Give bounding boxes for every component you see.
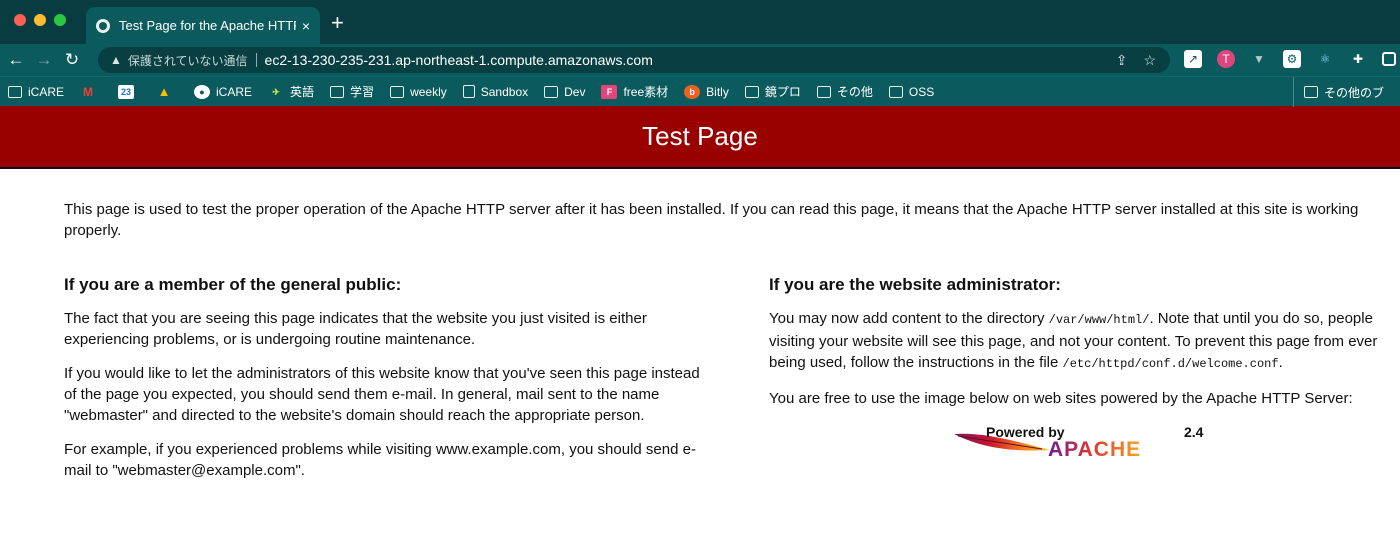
bookmark-calendar[interactable]: 23 — [118, 84, 140, 99]
extension-gear-icon[interactable]: ⚙ — [1283, 50, 1301, 68]
folder-icon — [816, 85, 831, 98]
admin-text: . — [1278, 354, 1283, 371]
browser-chrome: Test Page for the Apache HTTP Server × +… — [0, 0, 1400, 107]
bitly-icon: b — [684, 84, 701, 99]
globe-icon — [96, 18, 110, 33]
bookmark-sandbox[interactable]: Sandbox — [462, 84, 529, 99]
folder-icon — [544, 85, 559, 98]
close-window-button[interactable] — [14, 14, 26, 26]
columns: If you are a member of the general publi… — [64, 274, 1400, 494]
gmail-icon: M — [83, 84, 94, 99]
tab-strip: Test Page for the Apache HTTP Server × + — [0, 0, 1400, 44]
bookmark-bitly[interactable]: b Bitly — [684, 84, 729, 99]
page-content: This page is used to test the proper ope… — [0, 199, 1400, 494]
browser-toolbar: ← → ↻ ▲ 保護されていない通信 ec2-13-230-235-231.ap… — [0, 44, 1400, 76]
intro-paragraph: This page is used to test the proper ope… — [64, 201, 1359, 239]
window-controls — [14, 14, 66, 26]
public-paragraph-3: For example, if you experienced problems… — [64, 441, 696, 479]
react-devtools-icon[interactable]: ⚛ — [1316, 50, 1334, 68]
address-divider — [255, 53, 257, 67]
extensions-puzzle-icon[interactable]: ✚ — [1349, 50, 1367, 68]
extensions-area: ↗ T ▼ ⚙ ⚛ ✚ — [1184, 50, 1396, 68]
bookmark-kagami-folder[interactable]: 鏡プロ — [744, 83, 801, 100]
apache-wordmark: APACHE — [1048, 438, 1141, 461]
star-icon[interactable]: ☆ — [1143, 52, 1156, 69]
public-column: If you are a member of the general publi… — [64, 274, 769, 494]
page-icon — [462, 85, 475, 98]
public-heading: If you are a member of the general publi… — [64, 275, 402, 294]
bookmark-github-icare[interactable]: ● iCARE — [194, 84, 253, 99]
page-title: Test Page — [642, 121, 758, 151]
bookmark-label: iCARE — [216, 84, 253, 99]
powered-by-apache-logo: Powered by 2.4 APACHE — [952, 422, 1212, 462]
back-icon[interactable]: ← — [2, 50, 30, 70]
bookmark-label: iCARE — [28, 84, 65, 99]
bookmark-label: Sandbox — [480, 84, 529, 99]
extension-v-icon[interactable]: ▼ — [1250, 50, 1268, 68]
bookmark-english[interactable]: ✈ 英語 — [268, 83, 314, 100]
share-icon[interactable]: ⇪ — [1116, 52, 1128, 69]
bookmark-label: OSS — [908, 84, 935, 99]
apache-word-text: APACHE — [1048, 438, 1141, 461]
config-file-path: /etc/httpd/conf.d/welcome.conf — [1062, 357, 1279, 371]
folder-icon — [744, 85, 759, 98]
admin-paragraph-2: You are free to use the image below on w… — [769, 390, 1353, 407]
folder-icon — [390, 85, 405, 98]
maximize-window-button[interactable] — [54, 14, 66, 26]
f-icon: F — [601, 84, 618, 99]
bookmark-other-folder[interactable]: その他 — [816, 83, 873, 100]
tab-title: Test Page for the Apache HTTP Server — [119, 18, 296, 33]
folder-icon — [330, 85, 345, 98]
page-banner: Test Page — [0, 106, 1400, 169]
bookmark-label: その他 — [836, 85, 873, 99]
public-paragraph-1: The fact that you are seeing this page i… — [64, 310, 647, 348]
folder-icon — [1303, 86, 1318, 98]
extension-arrow-icon[interactable]: ↗ — [1184, 50, 1202, 68]
bookmarks-bar: iCARE M 23 ▲ ● iCARE ✈ 英語 学習 weekly Sandbo… — [0, 76, 1400, 107]
bookmark-oss-folder[interactable]: OSS — [888, 84, 935, 99]
forward-icon[interactable]: → — [30, 50, 58, 70]
bird-icon: ✈ — [272, 86, 280, 97]
bookmark-drive[interactable]: ▲ — [156, 83, 178, 99]
bookmark-label: weekly — [410, 84, 447, 99]
bookmark-weekly-folder[interactable]: weekly — [390, 85, 447, 99]
bookmark-label: 鏡プロ — [764, 85, 801, 99]
tab-close-icon[interactable]: × — [302, 18, 310, 34]
public-paragraph-2: If you would like to let the administrat… — [64, 365, 700, 424]
github-icon: ● — [194, 84, 211, 99]
admin-text: You may now add content to the directory — [769, 310, 1049, 327]
side-panel-icon[interactable] — [1382, 52, 1396, 66]
bookmark-label: 学習 — [350, 85, 375, 99]
admin-column: If you are the website administrator: Yo… — [769, 274, 1399, 494]
address-bar[interactable]: ▲ 保護されていない通信 ec2-13-230-235-231.ap-north… — [98, 47, 1170, 73]
url-text[interactable]: ec2-13-230-235-231.ap-northeast-1.comput… — [265, 52, 653, 68]
extension-t-icon[interactable]: T — [1217, 50, 1235, 68]
bookmark-label: Bitly — [706, 84, 729, 99]
admin-heading: If you are the website administrator: — [769, 275, 1061, 294]
bookmark-label: Dev — [564, 84, 586, 99]
bookmark-icare-folder[interactable]: iCARE — [8, 85, 64, 99]
directory-path: /var/www/html/ — [1048, 313, 1150, 327]
other-bookmarks[interactable]: その他のブ — [1292, 77, 1384, 107]
folder-icon — [8, 85, 22, 98]
tab-active[interactable]: Test Page for the Apache HTTP Server × — [86, 7, 320, 44]
new-tab-button[interactable]: + — [331, 12, 344, 34]
bookmark-dev-folder[interactable]: Dev — [544, 85, 585, 99]
bookmark-gmail[interactable]: M — [80, 85, 102, 99]
calendar-icon: 23 — [118, 84, 135, 99]
bookmark-label: 英語 — [290, 85, 315, 99]
bookmark-study-folder[interactable]: 学習 — [330, 83, 374, 100]
admin-paragraph-1: You may now add content to the directory… — [769, 308, 1389, 375]
apache-version: 2.4 — [1184, 424, 1204, 440]
reload-icon[interactable]: ↻ — [58, 50, 86, 70]
minimize-window-button[interactable] — [34, 14, 46, 26]
address-bar-actions: ⇪ ☆ — [1116, 52, 1156, 69]
folder-icon — [888, 85, 903, 98]
warning-icon: ▲ — [110, 53, 122, 67]
drive-icon: ▲ — [157, 83, 171, 99]
bookmark-free-materials[interactable]: Ffree素材 — [601, 83, 668, 100]
insecure-label: 保護されていない通信 — [127, 53, 248, 68]
bookmark-label: free素材 — [623, 85, 669, 99]
other-bookmarks-label: その他のブ — [1323, 85, 1384, 100]
